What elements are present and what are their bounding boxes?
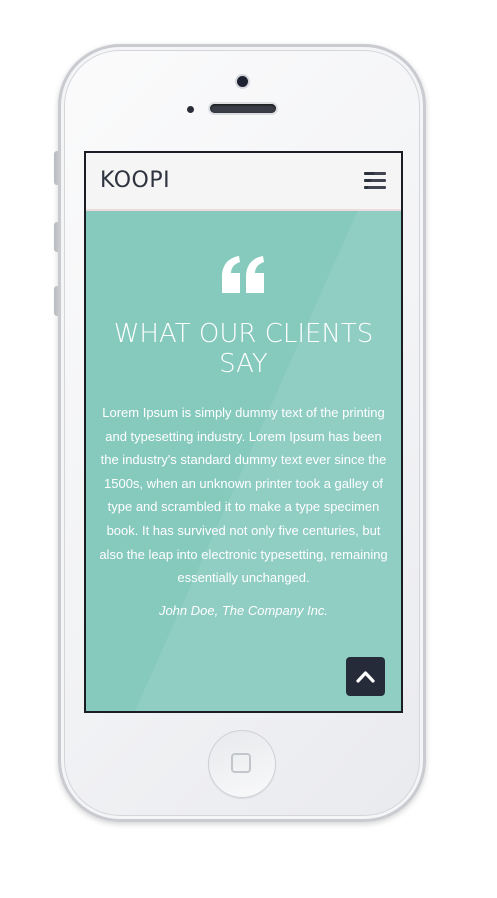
home-square-icon xyxy=(231,753,251,773)
heading-line-1: WHAT OUR CLIENTS xyxy=(113,319,374,349)
phone-screen: KOOPI WHAT OUR CLIENTS SAY Lorem Ipsum i… xyxy=(84,151,403,713)
home-button[interactable] xyxy=(208,730,276,798)
navbar: KOOPI xyxy=(86,153,401,211)
heading-line-2: SAY xyxy=(219,349,268,379)
quote-icon xyxy=(222,256,264,293)
proximity-sensor xyxy=(187,106,194,113)
chevron-up-icon xyxy=(356,671,375,683)
testimonial-section: WHAT OUR CLIENTS SAY Lorem Ipsum is simp… xyxy=(86,153,401,711)
site-logo[interactable]: KOOPI xyxy=(100,168,170,193)
section-heading: WHAT OUR CLIENTS SAY xyxy=(86,319,401,379)
hamburger-menu-icon[interactable] xyxy=(364,172,386,189)
stage: KOOPI WHAT OUR CLIENTS SAY Lorem Ipsum i… xyxy=(0,0,497,898)
earpiece-speaker xyxy=(210,104,276,113)
front-camera xyxy=(237,76,248,87)
testimonial-text: Lorem Ipsum is simply dummy text of the … xyxy=(99,405,388,586)
scroll-to-top-button[interactable] xyxy=(346,657,385,696)
testimonial-author: John Doe, The Company Inc. xyxy=(158,603,329,618)
